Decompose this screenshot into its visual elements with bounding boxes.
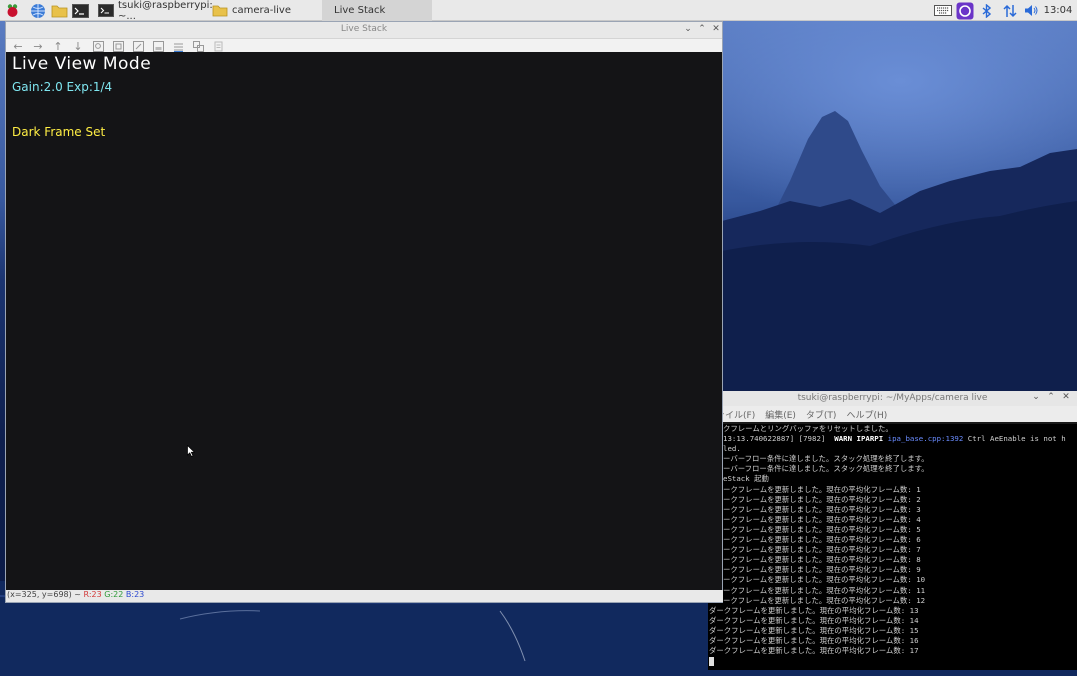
- raspberry-menu-icon[interactable]: [4, 2, 21, 19]
- network-icon[interactable]: [1000, 0, 1020, 21]
- terminal-titlebar[interactable]: tsuki@raspberrypi: ~/MyApps/camera live …: [708, 391, 1077, 406]
- terminal-line: ークフレームを更新しました。現在の平均化フレーム数: 9: [723, 565, 921, 575]
- keyboard-icon[interactable]: [933, 0, 953, 21]
- copy-image-icon[interactable]: [191, 40, 205, 52]
- terminal-line: ダークフレームを更新しました。現在の平均化フレーム数: 17: [709, 646, 919, 656]
- terminal-line: ークフレームを更新しました。現在の平均化フレーム数: 2: [723, 494, 921, 504]
- terminal-line: ークフレームを更新しました。現在の平均化フレーム数: 10: [723, 575, 926, 585]
- terminal-icon[interactable]: [72, 2, 89, 19]
- terminal-prompt[interactable]: [708, 656, 1077, 666]
- warn-tag: WARN IPARPI: [834, 434, 884, 444]
- terminal-line: ークフレームを更新しました。現在の平均化フレーム数: 3: [723, 504, 921, 514]
- settings-icon[interactable]: [211, 40, 225, 52]
- mouse-pointer-icon: [187, 442, 196, 461]
- terminal-line: ダークフレームを更新しました。現在の平均化フレーム数: 15: [709, 625, 919, 635]
- terminal-line: ークフレームを更新しました。現在の平均化フレーム数: 6: [723, 535, 921, 545]
- terminal-output[interactable]: クフレームとリングバッファをリセットしました。 13:13.740622887]…: [708, 424, 1077, 670]
- menu-edit[interactable]: 編集(E): [765, 408, 796, 421]
- file-manager-icon[interactable]: [51, 2, 68, 19]
- terminal-line: ーバーフロー条件に達しました。スタック処理を終了します。: [723, 454, 929, 464]
- terminal-line: ーバーフロー条件に達しました。スタック処理を終了します。: [723, 464, 929, 474]
- viewer-toolbar: ← → ↑ ↓: [6, 39, 722, 53]
- terminal-line: 13:13.740622887] [7982] WARN IPARPI ipa_…: [723, 434, 1066, 444]
- terminal-line: ダークフレームを更新しました。現在の平均化フレーム数: 16: [709, 635, 919, 645]
- pixel-green-value: G:22: [104, 590, 124, 599]
- gain-exposure-label: Gain:2.0 Exp:1/4: [12, 80, 113, 94]
- terminal-line: ークフレームを更新しました。現在の平均化フレーム数: 11: [723, 585, 926, 595]
- terminal-line: ダークフレームを更新しました。現在の平均化フレーム数: 13: [709, 605, 919, 615]
- close-button[interactable]: ✕: [710, 24, 722, 34]
- pixel-coordinates: (x=325, y=698) ~: [7, 590, 81, 599]
- terminal-line: eStack 起動: [723, 474, 769, 484]
- minimize-button[interactable]: ⌄: [682, 24, 694, 34]
- warn-message: Ctrl AeEnable is not h: [967, 434, 1066, 444]
- live-stack-window: Live Stack ⌄ ⌃ ✕ ← → ↑ ↓ Live View Mode …: [5, 21, 723, 603]
- terminal-line: ークフレームを更新しました。現在の平均化フレーム数: 7: [723, 545, 921, 555]
- pan-down-icon[interactable]: ↓: [71, 40, 85, 53]
- terminal-line: led.: [723, 444, 741, 454]
- maximize-button[interactable]: ⌃: [1045, 392, 1057, 402]
- pan-up-icon[interactable]: ↑: [51, 40, 65, 53]
- properties-icon[interactable]: [171, 40, 185, 52]
- menu-help[interactable]: ヘルプ(H): [846, 408, 887, 421]
- pixel-blue-value: B:23: [125, 590, 145, 599]
- live-view-mode-label: Live View Mode: [12, 54, 152, 74]
- dark-frame-label: Dark Frame Set: [12, 125, 106, 139]
- terminal-line: ークフレームを更新しました。現在の平均化フレーム数: 4: [723, 514, 921, 524]
- terminal-line: ークフレームを更新しました。現在の平均化フレーム数: 1: [723, 484, 921, 494]
- terminal-window: tsuki@raspberrypi: ~/MyApps/camera live …: [708, 391, 1077, 670]
- pixel-red-value: R:23: [83, 590, 102, 599]
- app-indicator-icon[interactable]: [955, 0, 975, 21]
- web-browser-icon[interactable]: [29, 2, 46, 19]
- terminal-icon: [98, 4, 114, 17]
- pan-left-icon[interactable]: ←: [11, 40, 25, 53]
- folder-icon: [212, 5, 228, 17]
- bluetooth-icon[interactable]: [978, 0, 994, 21]
- maximize-button[interactable]: ⌃: [696, 24, 708, 34]
- terminal-line: ークフレームを更新しました。現在の平均化フレーム数: 8: [723, 555, 921, 565]
- volume-icon[interactable]: [1022, 0, 1040, 21]
- taskbar: tsuki@raspberrypi: ~... camera-live Live…: [0, 0, 1077, 22]
- window-titlebar[interactable]: Live Stack ⌄ ⌃ ✕: [6, 22, 722, 39]
- zoom-in-icon[interactable]: [91, 40, 105, 52]
- pan-right-icon[interactable]: →: [31, 40, 45, 53]
- text-cursor: [709, 656, 714, 666]
- menu-tab[interactable]: タブ(T): [806, 408, 837, 421]
- task-label: camera-live: [232, 5, 291, 16]
- minimize-button[interactable]: ⌄: [1030, 392, 1042, 402]
- window-title: Live Stack: [340, 24, 388, 34]
- task-label: Live Stack: [334, 5, 386, 16]
- terminal-line: ダークフレームを更新しました。現在の平均化フレーム数: 14: [709, 615, 919, 625]
- save-image-icon[interactable]: [151, 40, 165, 52]
- clock[interactable]: 13:04: [1043, 0, 1073, 21]
- close-button[interactable]: ✕: [1060, 392, 1072, 402]
- pixel-status-bar: (x=325, y=698) ~ R:23 G:22 B:23: [6, 590, 723, 602]
- terminal-line: クフレームとリングバッファをリセットしました。: [723, 424, 893, 433]
- warn-file: ipa_base.cpp:1392: [887, 434, 964, 444]
- terminal-line: ークフレームを更新しました。現在の平均化フレーム数: 5: [723, 524, 921, 534]
- zoom-out-icon[interactable]: [111, 40, 125, 52]
- terminal-menubar: ァイル(F) 編集(E) タブ(T) ヘルプ(H): [708, 406, 1077, 422]
- task-camera-live[interactable]: camera-live: [208, 0, 322, 21]
- terminal-title: tsuki@raspberrypi: ~/MyApps/camera live: [797, 393, 988, 403]
- zoom-fit-icon[interactable]: [131, 40, 145, 52]
- task-label: tsuki@raspberrypi: ~...: [118, 0, 213, 22]
- camera-view[interactable]: Live View Mode Gain:2.0 Exp:1/4 Dark Fra…: [6, 52, 722, 590]
- terminal-line: ークフレームを更新しました。現在の平均化フレーム数: 12: [723, 595, 926, 605]
- task-live-stack[interactable]: Live Stack: [322, 0, 432, 21]
- task-terminal[interactable]: tsuki@raspberrypi: ~...: [94, 0, 213, 22]
